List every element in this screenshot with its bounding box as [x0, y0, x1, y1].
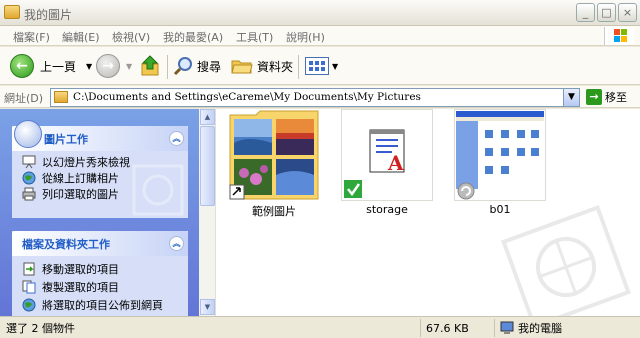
go-label: 移至	[605, 91, 627, 104]
folder-icon	[229, 110, 319, 200]
chevron-down-icon[interactable]: ▼	[86, 62, 92, 71]
copy-icon	[22, 280, 36, 294]
file-item[interactable]	[454, 109, 546, 201]
menu-favorites[interactable]: 我的最愛(A)	[163, 29, 223, 45]
task-publish[interactable]: 將選取的項目公佈到網頁	[12, 296, 188, 314]
file-item[interactable]	[228, 109, 320, 201]
folders-label: 資料夾	[257, 59, 294, 74]
back-label: 上一頁	[40, 59, 77, 74]
task-copy[interactable]: 複製選取的項目	[12, 278, 188, 296]
printer-icon	[22, 187, 36, 201]
folders-icon	[231, 57, 253, 75]
views-icon	[305, 57, 329, 75]
menu-view[interactable]: 檢視(V)	[112, 29, 150, 45]
file-item[interactable]: A	[341, 109, 433, 201]
up-folder-icon	[141, 55, 161, 77]
web-publish-icon	[22, 298, 36, 312]
globe-icon	[22, 171, 36, 185]
pictures-watermark-icon	[130, 162, 186, 218]
picture-tasks-panel: 圖片工作 ︽ 以幻燈片秀來檢視 從線上訂購相片 列印選取的圖片	[12, 120, 188, 218]
menu-help[interactable]: 說明(H)	[286, 29, 325, 45]
go-arrow-icon: →	[586, 89, 602, 105]
address-value: C:\Documents and Settings\eCareme\My Doc…	[73, 91, 421, 103]
task-label: 複製選取的項目	[42, 281, 119, 294]
minimize-button[interactable]: _	[576, 3, 595, 22]
toolbar: ← 上一頁 ▼ → ▼ 搜尋 資料夾 ▼	[0, 47, 640, 85]
title-bar: 我的圖片 _ □ ×	[0, 0, 640, 26]
document-icon: A	[344, 129, 405, 198]
file-tasks-header[interactable]: 檔案及資料夾工作 ︽	[12, 231, 188, 256]
maximize-button[interactable]: □	[597, 3, 616, 22]
menu-bar: 檔案(F) 編輯(E) 檢視(V) 我的最愛(A) 工具(T) 說明(H)	[0, 26, 640, 46]
file-tasks-title: 檔案及資料夾工作	[22, 237, 110, 251]
up-folder-button[interactable]	[141, 53, 161, 79]
menu-file[interactable]: 檔案(F)	[13, 29, 50, 45]
task-label: 以幻燈片秀來檢視	[42, 156, 130, 169]
vertical-scrollbar[interactable]: ▲ ▼	[199, 109, 216, 316]
pictures-icon	[14, 120, 42, 148]
windows-logo-icon	[604, 27, 634, 45]
menu-edit[interactable]: 編輯(E)	[62, 29, 100, 45]
file-view: ▲ ▼ 範例圖片 A storage b01	[199, 109, 640, 316]
slideshow-icon	[22, 155, 36, 169]
search-button[interactable]: 搜尋	[173, 53, 221, 79]
folders-button[interactable]: 資料夾	[231, 53, 293, 79]
task-label: 從線上訂購相片	[42, 172, 119, 185]
file-name: 範例圖片	[252, 205, 296, 218]
back-button[interactable]: ← 上一頁 ▼	[10, 53, 92, 79]
go-button[interactable]: → 移至	[586, 89, 627, 105]
collapse-icon[interactable]: ︽	[169, 236, 184, 251]
status-location-label: 我的電腦	[518, 322, 562, 335]
file-name: b01	[489, 203, 511, 216]
forward-arrow-icon: →	[96, 54, 120, 78]
scroll-up-icon[interactable]: ▲	[200, 109, 215, 125]
address-bar: 網址(D) C:\Documents and Settings\eCareme\…	[0, 86, 640, 108]
chevron-down-icon[interactable]: ▼	[332, 62, 338, 71]
task-pane: 圖片工作 ︽ 以幻燈片秀來檢視 從線上訂購相片 列印選取的圖片 檔案及資料夾工作…	[0, 109, 199, 316]
svg-text:A: A	[387, 151, 404, 175]
task-label: 移動選取的項目	[42, 263, 119, 276]
scroll-thumb[interactable]	[200, 126, 215, 206]
close-button[interactable]: ×	[618, 3, 637, 22]
task-move[interactable]: 移動選取的項目	[12, 260, 188, 278]
collapse-icon[interactable]: ︽	[169, 131, 184, 146]
window-title: 我的圖片	[24, 8, 73, 22]
forward-button[interactable]: → ▼	[96, 53, 132, 79]
picture-tasks-title: 圖片工作	[44, 132, 88, 146]
picture-tasks-header[interactable]: 圖片工作 ︽	[12, 120, 188, 151]
status-bar: 選了 2 個物件 67.6 KB 我的電腦	[0, 316, 640, 338]
status-location: 我的電腦	[500, 320, 562, 336]
address-dropdown-button[interactable]: ▼	[563, 89, 579, 106]
status-size: 67.6 KB	[426, 321, 469, 335]
task-label: 列印選取的圖片	[42, 188, 119, 201]
back-arrow-icon: ←	[10, 54, 34, 78]
status-selection: 選了 2 個物件	[6, 322, 75, 335]
address-label: 網址(D)	[4, 92, 44, 105]
pictures-watermark-icon	[497, 201, 635, 316]
views-button[interactable]: ▼	[305, 53, 338, 79]
move-icon	[22, 262, 36, 276]
file-tasks-panel: 檔案及資料夾工作 ︽ 移動選取的項目 複製選取的項目 將選取的項目公佈到網頁	[12, 231, 188, 316]
search-label: 搜尋	[197, 59, 222, 74]
menu-tools[interactable]: 工具(T)	[236, 29, 273, 45]
task-label: 將選取的項目公佈到網頁	[42, 299, 163, 312]
address-input[interactable]: C:\Documents and Settings\eCareme\My Doc…	[50, 88, 580, 107]
folder-icon	[54, 91, 68, 103]
scroll-down-icon[interactable]: ▼	[200, 299, 215, 315]
chevron-down-icon[interactable]: ▼	[126, 62, 132, 71]
search-icon	[173, 56, 193, 76]
folder-icon	[4, 5, 20, 19]
computer-icon	[500, 321, 514, 334]
screenshot-thumbnail-icon	[456, 111, 544, 200]
file-name: storage	[366, 203, 408, 216]
